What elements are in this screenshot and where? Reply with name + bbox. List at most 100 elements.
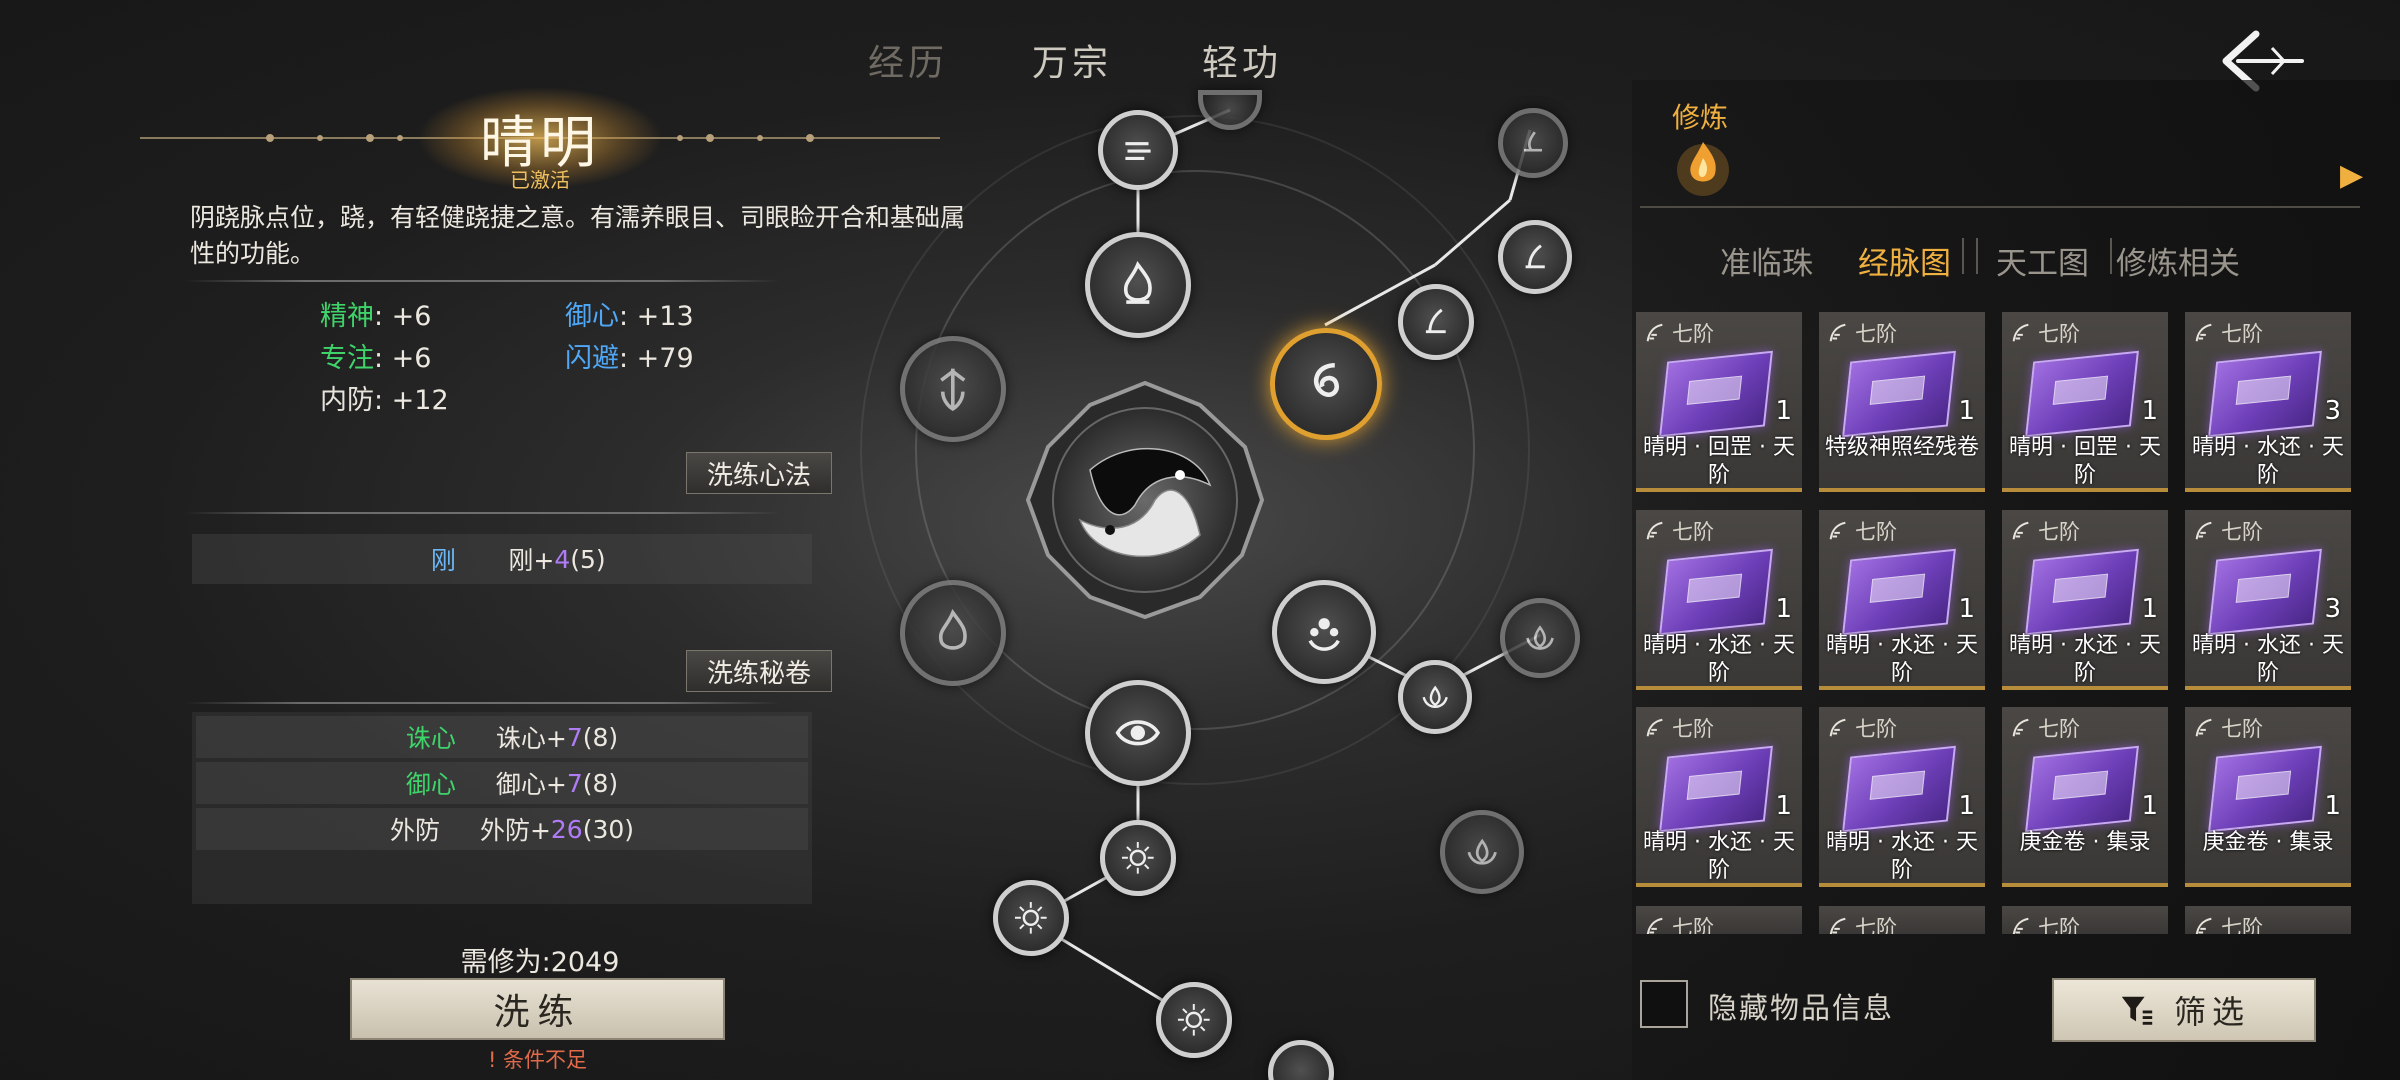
meridian-node[interactable]	[1156, 982, 1232, 1058]
meridian-node[interactable]	[1272, 580, 1376, 684]
tab-jingmaitu[interactable]: 经脉图	[1858, 238, 1951, 283]
item-count: 1	[2141, 396, 2158, 426]
item-card[interactable]: 七阶 1 晴明 · 回罡 · 天阶	[2002, 312, 2168, 492]
divider	[1640, 206, 2360, 208]
meridian-node[interactable]	[1398, 660, 1472, 734]
item-count: 1	[1958, 594, 1975, 624]
meridian-node[interactable]	[1100, 820, 1176, 896]
mijuan-attr-row: 外防 外防+ 26 (30)	[196, 808, 808, 850]
meridian-node[interactable]	[900, 580, 1006, 686]
sword-shield-icon	[940, 368, 966, 412]
meridian-node[interactable]	[1085, 680, 1191, 786]
item-card[interactable]: 七阶 1 晴明 · 回罡 · 天阶	[1636, 312, 1802, 492]
refine-xinfa-button[interactable]: 洗练心法	[686, 452, 832, 494]
divider	[185, 702, 780, 704]
item-card[interactable]: 七阶 3 晴明 · 水还 · 天阶	[2185, 312, 2351, 492]
meridian-node-selected[interactable]	[1270, 328, 1382, 440]
scroll-book-icon	[1842, 548, 1956, 636]
flame-icon	[1677, 142, 1729, 196]
feather-icon	[1646, 917, 1663, 934]
meridian-node[interactable]	[1085, 232, 1191, 338]
chevron-right-icon[interactable]: ▶	[2340, 158, 2363, 193]
meridian-node[interactable]	[1498, 108, 1568, 178]
meridian-node[interactable]	[1098, 110, 1178, 190]
meridian-node[interactable]	[993, 880, 1069, 956]
item-rank: 七阶	[1827, 318, 1897, 348]
meridian-node[interactable]	[1398, 284, 1474, 360]
item-rank: 七阶	[1644, 516, 1714, 546]
item-card-partial[interactable]: 七阶	[1636, 906, 1802, 934]
item-count: 1	[2141, 594, 2158, 624]
sun-icon	[1015, 902, 1047, 934]
triple-orb-icon	[1308, 617, 1340, 651]
item-card-partial[interactable]: 七阶	[2002, 906, 2168, 934]
tab-zhunlinzhu[interactable]: 准临珠	[1720, 238, 1813, 283]
filter-icon	[2121, 996, 2153, 1025]
cultivation-tab[interactable]	[1670, 134, 1736, 200]
tab-qinggong[interactable]: 轻功	[1202, 34, 1282, 86]
meridian-node[interactable]	[1498, 220, 1572, 294]
item-card[interactable]: 七阶 1 晴明 · 水还 · 天阶	[1636, 510, 1802, 690]
item-card-partial[interactable]: 七阶	[1819, 906, 1985, 934]
feather-icon	[1829, 718, 1846, 737]
item-name: 特级神照经残卷	[1824, 435, 1979, 460]
feather-icon	[1829, 521, 1846, 540]
sun-icon	[1122, 842, 1154, 874]
hide-info-label: 隐藏物品信息	[1708, 991, 1895, 1025]
cultivation-cost: 需修为:2049	[460, 947, 620, 978]
tab-separator	[1976, 238, 1978, 274]
meridian-node[interactable]	[1440, 810, 1524, 894]
item-count: 1	[2324, 791, 2341, 821]
meridian-node[interactable]	[1500, 598, 1580, 678]
stat-focus: 专注: +6	[320, 343, 432, 374]
item-card[interactable]: 七阶 1 晴明 · 水还 · 天阶	[1636, 707, 1802, 887]
tab-history[interactable]: 经历	[868, 34, 948, 86]
item-card[interactable]: 七阶 1 晴明 · 水还 · 天阶	[1819, 510, 1985, 690]
hide-info-checkbox[interactable]	[1640, 980, 1688, 1028]
flame-icon	[1124, 261, 1153, 305]
stat-inner-defense: 内防: +12	[320, 385, 449, 416]
item-rank: 七阶	[2193, 318, 2263, 348]
item-card[interactable]: 七阶 1 庚金卷 · 集录	[2002, 707, 2168, 887]
divider	[185, 512, 780, 514]
scroll-book-icon	[2025, 745, 2139, 833]
warning-icon: !	[487, 1048, 504, 1072]
scroll-book-icon	[2208, 548, 2322, 636]
item-name: 庚金卷 · 集录	[2202, 830, 2334, 855]
item-card-partial[interactable]: 七阶	[2185, 906, 2351, 934]
scroll-book-icon	[2208, 350, 2322, 438]
item-card[interactable]: 七阶 1 特级神照经残卷	[1819, 312, 1985, 492]
item-card[interactable]: 七阶 3 晴明 · 水还 · 天阶	[2185, 510, 2351, 690]
item-card[interactable]: 七阶 1 晴明 · 水还 · 天阶	[1819, 707, 1985, 887]
wind-icon	[1125, 142, 1151, 160]
item-card[interactable]: 七阶 1 晴明 · 水还 · 天阶	[2002, 510, 2168, 690]
item-rank: 七阶	[2193, 713, 2263, 743]
item-name: 晴明 · 水还 · 天阶	[1643, 830, 1795, 883]
feather-icon	[2195, 917, 2212, 934]
item-rank: 七阶	[2010, 516, 2080, 546]
scroll-book-icon	[1842, 745, 1956, 833]
refine-mijuan-button[interactable]: 洗练秘卷	[686, 650, 832, 692]
scroll-book-icon	[1659, 745, 1773, 833]
item-rank: 七阶	[2193, 516, 2263, 546]
item-count: 1	[1775, 594, 1792, 624]
item-name: 晴明 · 回罡 · 天阶	[1643, 435, 1795, 488]
meridian-node[interactable]	[900, 336, 1006, 442]
item-rank: 七阶	[2010, 912, 2080, 934]
item-card[interactable]: 七阶 1 庚金卷 · 集录	[2185, 707, 2351, 887]
tab-sects[interactable]: 万宗	[1032, 34, 1112, 86]
item-rank: 七阶	[2193, 912, 2263, 934]
tab-cultivation-related[interactable]: 修炼相关	[2116, 238, 2240, 283]
refine-button[interactable]: 洗练	[350, 978, 725, 1040]
item-name: 晴明 · 水还 · 天阶	[1643, 633, 1795, 686]
item-count: 1	[1775, 396, 1792, 426]
sun-icon	[1178, 1004, 1210, 1036]
item-count: 1	[2141, 791, 2158, 821]
feather-icon	[2195, 718, 2212, 737]
item-name: 晴明 · 回罡 · 天阶	[2009, 435, 2161, 488]
filter-button[interactable]: 筛选	[2052, 978, 2316, 1042]
item-rank: 七阶	[2010, 318, 2080, 348]
item-name: 晴明 · 水还 · 天阶	[1826, 633, 1978, 686]
item-count: 1	[1958, 396, 1975, 426]
tab-tiangongtu[interactable]: 天工图	[1996, 238, 2089, 283]
